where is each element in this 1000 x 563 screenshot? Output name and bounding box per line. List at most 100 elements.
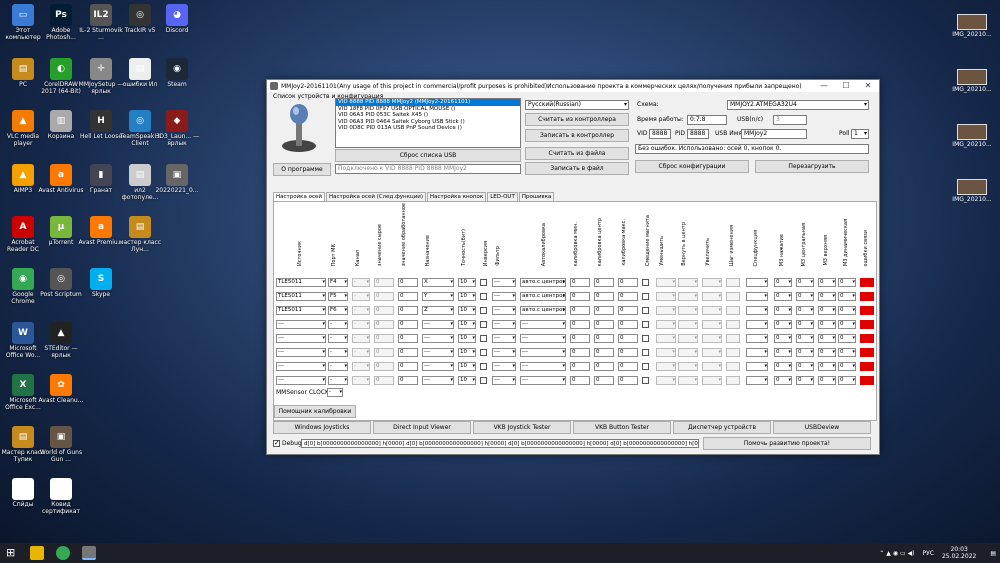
file-explorer-icon[interactable] <box>30 546 44 560</box>
axis-dest-cell[interactable]: X <box>422 278 454 287</box>
axis-src-cell[interactable]: TLE5011 <box>276 278 326 287</box>
desktop-icon[interactable]: ▤ мастер класс Лун... <box>117 214 163 253</box>
m3-value-cell[interactable]: 0 <box>774 334 792 343</box>
axis-src-cell[interactable]: --- <box>276 348 326 357</box>
axis-cmin-cell[interactable]: 0 <box>570 278 590 287</box>
axis-ccen-cell[interactable]: 0 <box>594 292 614 301</box>
special-function-select[interactable] <box>746 306 768 315</box>
button-assign-select[interactable] <box>678 278 698 287</box>
m3-value-cell[interactable]: 0 <box>774 362 792 371</box>
m3-value-cell[interactable]: 0 <box>818 334 836 343</box>
button-assign-select[interactable] <box>702 292 722 301</box>
axis-ch-cell[interactable]: - <box>352 376 370 385</box>
about-button[interactable]: О программе <box>273 163 331 176</box>
step-field[interactable] <box>726 306 740 315</box>
step-field[interactable] <box>726 292 740 301</box>
axis-raw-cell[interactable]: 0 <box>374 320 394 329</box>
axis-proc-cell[interactable]: 0 <box>398 292 418 301</box>
axis-cmax-cell[interactable]: 0 <box>618 306 638 315</box>
pid-field[interactable]: 8888 <box>687 129 709 139</box>
button-assign-select[interactable] <box>678 334 698 343</box>
axis-ch-cell[interactable]: - <box>352 292 370 301</box>
axis-filt-cell[interactable]: --- <box>492 376 516 385</box>
m3-value-cell[interactable]: 0 <box>838 292 856 301</box>
axis-cmax-cell[interactable]: 0 <box>618 376 638 385</box>
m3-value-cell[interactable]: 0 <box>838 320 856 329</box>
axis-proc-cell[interactable]: 0 <box>398 320 418 329</box>
axis-bits-cell[interactable]: 10 <box>458 334 476 343</box>
axis-ch-cell[interactable]: - <box>352 348 370 357</box>
debug-checkbox[interactable]: ✓ <box>273 439 280 447</box>
axis-bits-cell[interactable]: 10 <box>458 292 476 301</box>
magnet-offset-checkbox[interactable] <box>642 293 649 300</box>
axis-auto-cell[interactable]: --- <box>520 348 566 357</box>
button-assign-select[interactable] <box>656 292 676 301</box>
button-assign-select[interactable] <box>678 376 698 385</box>
desktop-image-file[interactable]: IMG_20210... <box>950 177 994 203</box>
desktop-icon[interactable]: ▲ STEditor — ярлык <box>38 320 84 359</box>
axis-src-cell[interactable]: --- <box>276 362 326 371</box>
button-assign-select[interactable] <box>702 376 722 385</box>
axis-cmin-cell[interactable]: 0 <box>570 320 590 329</box>
desktop-image-file[interactable]: IMG_20210... <box>950 67 994 93</box>
tab-2[interactable]: Настройка кнопок <box>427 192 487 201</box>
reboot-button[interactable]: Перезагрузить <box>755 160 869 173</box>
axis-dest-cell[interactable]: --- <box>422 376 454 385</box>
axis-proc-cell[interactable]: 0 <box>398 376 418 385</box>
axis-raw-cell[interactable]: 0 <box>374 362 394 371</box>
m3-value-cell[interactable]: 0 <box>774 306 792 315</box>
axis-port-cell[interactable]: - <box>328 320 348 329</box>
m3-value-cell[interactable]: 0 <box>838 376 856 385</box>
poll-select[interactable]: 1 <box>851 129 869 139</box>
button-assign-select[interactable] <box>678 292 698 301</box>
axis-ccen-cell[interactable]: 0 <box>594 376 614 385</box>
axis-cmax-cell[interactable]: 0 <box>618 292 638 301</box>
direct-input-viewer-button[interactable]: Direct Input Viewer <box>373 421 471 434</box>
axis-cmax-cell[interactable]: 0 <box>618 362 638 371</box>
axis-cmin-cell[interactable]: 0 <box>570 348 590 357</box>
windows-joysticks-button[interactable]: Windows Joysticks <box>273 421 371 434</box>
desktop-image-file[interactable]: IMG_20210... <box>950 122 994 148</box>
axis-proc-cell[interactable]: 0 <box>398 334 418 343</box>
axis-ccen-cell[interactable]: 0 <box>594 334 614 343</box>
axis-port-cell[interactable]: F5 <box>328 292 348 301</box>
axis-ch-cell[interactable]: - <box>352 278 370 287</box>
button-assign-select[interactable] <box>678 362 698 371</box>
button-assign-select[interactable] <box>656 306 676 315</box>
axis-auto-cell[interactable]: --- <box>520 334 566 343</box>
magnet-offset-checkbox[interactable] <box>642 349 649 356</box>
button-assign-select[interactable] <box>702 320 722 329</box>
axis-dest-cell[interactable]: --- <box>422 320 454 329</box>
axis-bits-cell[interactable]: 10 <box>458 362 476 371</box>
reset-config-button[interactable]: Сброс конфигурации <box>635 160 749 173</box>
axis-raw-cell[interactable]: 0 <box>374 348 394 357</box>
step-field[interactable] <box>726 278 740 287</box>
axis-port-cell[interactable]: - <box>328 348 348 357</box>
magnet-offset-checkbox[interactable] <box>642 377 649 384</box>
m3-value-cell[interactable]: 0 <box>818 362 836 371</box>
button-assign-select[interactable] <box>678 320 698 329</box>
axis-dest-cell[interactable]: --- <box>422 348 454 357</box>
m3-value-cell[interactable]: 0 <box>796 306 814 315</box>
desktop-icon[interactable]: ◉ Steam <box>154 56 200 88</box>
m3-value-cell[interactable]: 0 <box>774 292 792 301</box>
m3-value-cell[interactable]: 0 <box>838 362 856 371</box>
calibration-helper-button[interactable]: Помощник калибровки <box>274 405 356 418</box>
desktop-icon[interactable]: ◕ Discord <box>154 2 200 34</box>
m3-value-cell[interactable]: 0 <box>774 278 792 287</box>
axis-filt-cell[interactable]: --- <box>492 348 516 357</box>
m3-value-cell[interactable]: 0 <box>818 348 836 357</box>
axis-dest-cell[interactable]: Z <box>422 306 454 315</box>
axis-filt-cell[interactable]: --- <box>492 306 516 315</box>
button-assign-select[interactable] <box>656 362 676 371</box>
special-function-select[interactable] <box>746 348 768 357</box>
axis-filt-cell[interactable]: --- <box>492 334 516 343</box>
step-field[interactable] <box>726 320 740 329</box>
axis-src-cell[interactable]: --- <box>276 320 326 329</box>
axis-cmax-cell[interactable]: 0 <box>618 334 638 343</box>
m3-value-cell[interactable]: 0 <box>796 348 814 357</box>
axis-bits-cell[interactable]: 10 <box>458 348 476 357</box>
axis-port-cell[interactable]: F4 <box>328 278 348 287</box>
m3-value-cell[interactable]: 0 <box>774 376 792 385</box>
tab-4[interactable]: Прошивка <box>518 192 555 201</box>
